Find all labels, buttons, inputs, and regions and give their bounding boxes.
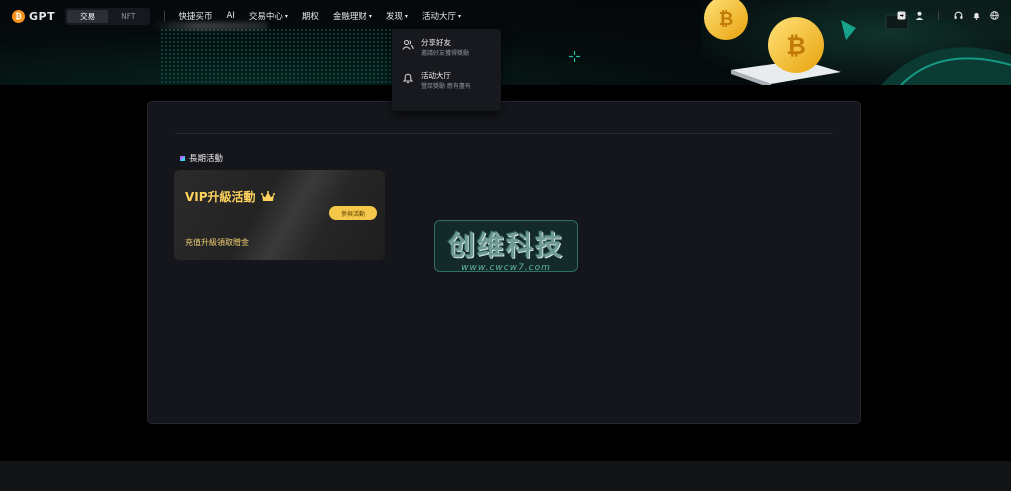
bell-icon xyxy=(402,73,414,83)
nav-item-finance[interactable]: 金融理财 ▾ xyxy=(333,10,372,22)
nav-item-label: 发现 xyxy=(385,12,403,22)
card-description: 充值升級領取贈金 xyxy=(185,238,249,247)
download-icon[interactable] xyxy=(896,10,906,20)
top-navigation: ₿ GPT 交易 NFT 快捷买币 AI 交易中心 ▾ 期权 金融理财 ▾ 发现… xyxy=(0,0,1011,32)
activity-hall-dropdown: 分享好友 邀請好友獲得獎勵 活动大厅 豐厚獎勵 應有盡有 xyxy=(392,29,501,111)
card-title-text: VIP升級活動 xyxy=(185,190,256,204)
mode-switch: 交易 NFT xyxy=(65,7,151,25)
watermark-text: 创维科技 xyxy=(448,231,564,262)
nav-item-label: 金融理财 xyxy=(332,12,367,22)
bell-icon[interactable] xyxy=(971,10,981,20)
chevron-down-icon: ▾ xyxy=(457,12,461,20)
dropdown-item-share-friends[interactable]: 分享好友 邀請好友獲得獎勵 xyxy=(402,38,491,59)
bitcoin-logo-icon: ₿ xyxy=(12,9,25,23)
hero-banner: ₿ ₿ ₿ GPT 交易 NFT 快捷买币 AI 交易中心 ▾ 期权 金融理财 … xyxy=(0,0,1011,85)
watermark-url: www.cwcw7.com xyxy=(461,263,551,273)
mode-trade-tab[interactable]: 交易 xyxy=(67,9,109,23)
svg-text:₿: ₿ xyxy=(786,32,806,60)
section-marker-icon xyxy=(180,155,185,161)
chevron-down-icon: ▾ xyxy=(368,12,372,20)
nav-item-activity-hall[interactable]: 活动大厅 ▾ xyxy=(422,10,461,22)
nav-divider xyxy=(164,11,166,21)
user-icon[interactable] xyxy=(914,10,924,20)
join-activity-button[interactable]: 參與活動 xyxy=(329,206,377,220)
nav-item-label: 活动大厅 xyxy=(421,12,456,22)
brand-name: GPT xyxy=(29,9,56,23)
chevron-down-icon: ▾ xyxy=(284,12,288,20)
section-heading: 長期活動 xyxy=(180,152,223,164)
header-actions xyxy=(896,10,999,20)
card-title: VIP升級活動 xyxy=(185,188,275,205)
dropdown-item-subtitle: 豐厚獎勵 應有盡有 xyxy=(421,83,471,90)
globe-icon[interactable] xyxy=(989,10,999,20)
nav-item-discover[interactable]: 发现 ▾ xyxy=(386,10,408,22)
section-title: 長期活動 xyxy=(189,154,224,164)
dropdown-item-title: 活动大厅 xyxy=(421,71,451,80)
headset-icon[interactable] xyxy=(953,10,963,20)
watermark-logo: 创维科技 www.cwcw7.com xyxy=(434,220,578,273)
footer-bar xyxy=(0,461,1011,491)
nav-item-options[interactable]: 期权 xyxy=(302,10,319,22)
dropdown-item-title: 分享好友 xyxy=(421,38,451,47)
mode-nft-tab[interactable]: NFT xyxy=(108,10,148,23)
nav-item-trade-center[interactable]: 交易中心 ▾ xyxy=(249,10,288,22)
chevron-down-icon: ▾ xyxy=(404,12,408,20)
divider xyxy=(175,133,833,134)
crosshair-icon xyxy=(569,51,580,62)
brand-logo[interactable]: ₿ GPT xyxy=(12,9,56,23)
nav-item-label: 快捷买币 xyxy=(178,12,213,22)
actions-divider xyxy=(938,10,939,20)
nav-item-label: 交易中心 xyxy=(248,12,283,22)
nav-item-quick-buy[interactable]: 快捷买币 xyxy=(178,10,212,22)
crown-icon xyxy=(260,191,275,201)
nav-item-ai[interactable]: AI xyxy=(227,11,235,21)
dropdown-item-activity-hall[interactable]: 活动大厅 豐厚獎勵 應有盡有 xyxy=(402,71,491,92)
nav-item-label: AI xyxy=(226,11,235,21)
nav-item-label: 期权 xyxy=(301,12,319,22)
dot-pattern xyxy=(160,28,420,84)
users-icon xyxy=(402,40,414,50)
dropdown-item-subtitle: 邀請好友獲得獎勵 xyxy=(421,50,470,57)
vip-upgrade-card[interactable]: VIP升級活動 參與活動 充值升級領取贈金 xyxy=(174,170,385,260)
